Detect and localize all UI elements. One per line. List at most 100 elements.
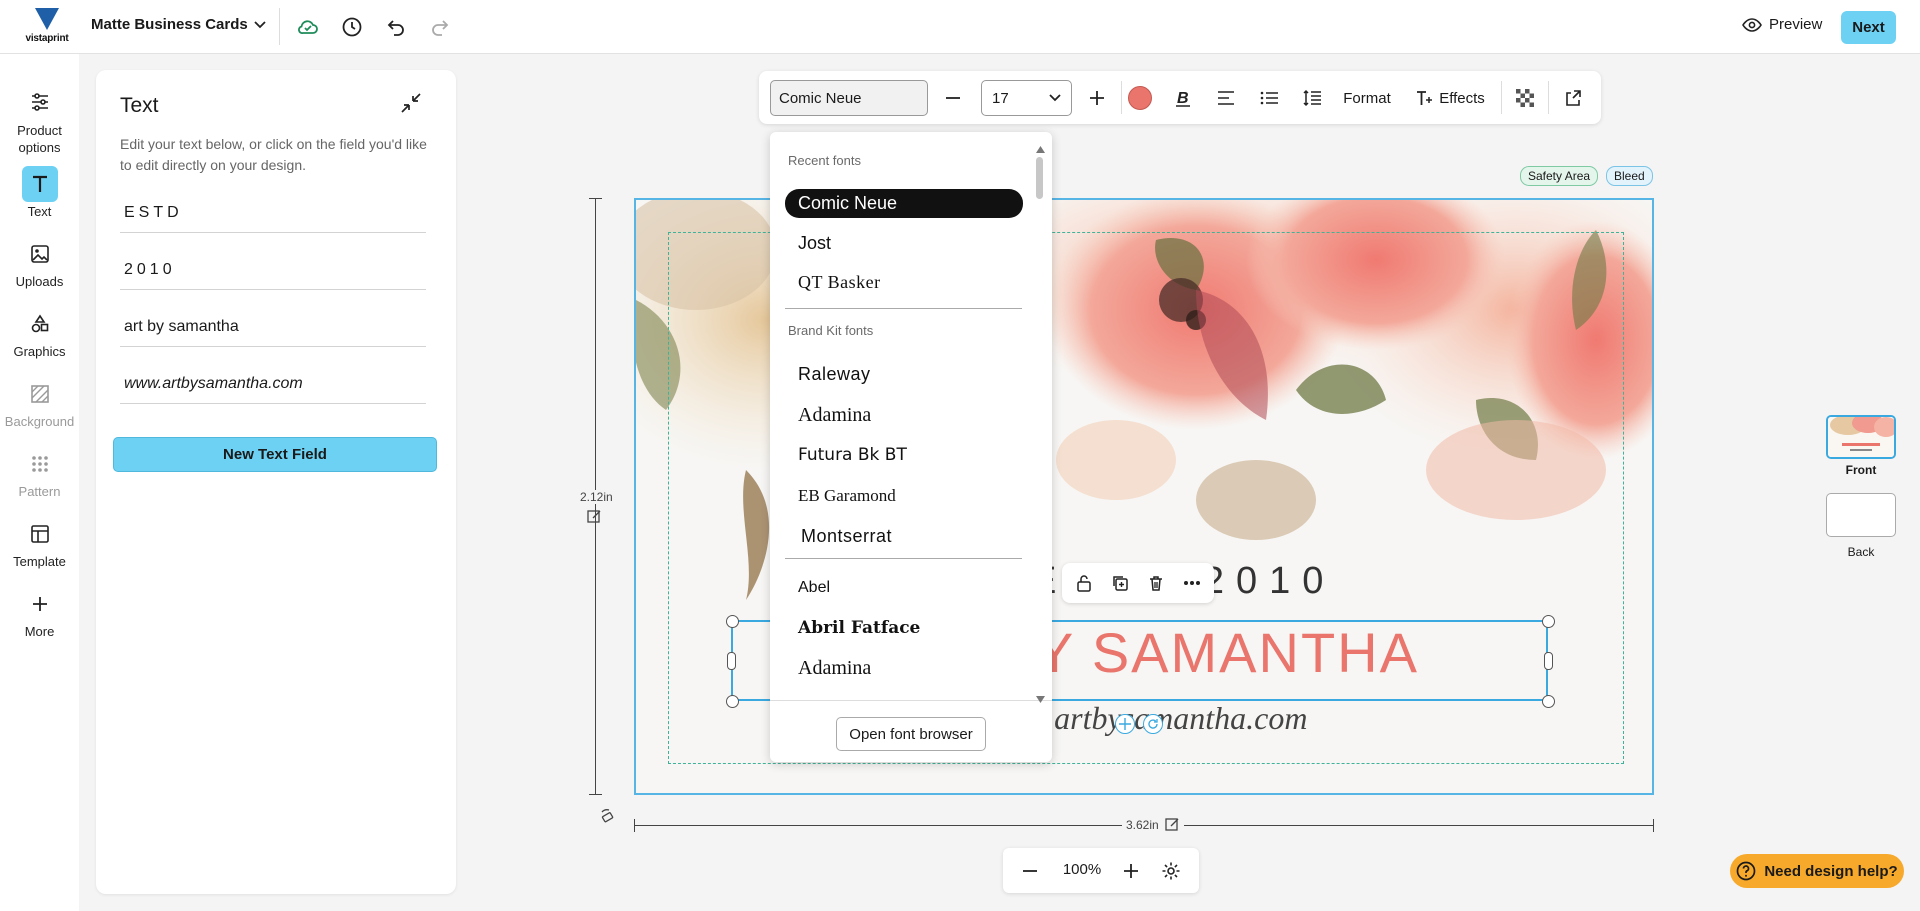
ruler-tick (634, 819, 635, 832)
chevron-down-icon (254, 20, 266, 28)
text-color-button[interactable] (1126, 82, 1154, 114)
font-option-selected[interactable]: Comic Neue (785, 189, 1023, 218)
increase-size-button[interactable] (1083, 82, 1111, 114)
text-field-url[interactable]: www.artbysamantha.com (120, 364, 426, 404)
resize-handle[interactable] (726, 615, 739, 628)
redo-icon[interactable] (427, 14, 453, 40)
collapse-panel-icon[interactable] (400, 92, 424, 116)
resize-handle[interactable] (1542, 695, 1555, 708)
eye-icon (1742, 17, 1762, 32)
dropdown-divider (785, 308, 1022, 309)
edit-height-icon[interactable] (587, 509, 603, 525)
pattern-icon (22, 446, 58, 482)
font-option[interactable]: Montserrat (801, 526, 892, 547)
font-option[interactable]: Futura Bk BT (798, 445, 907, 465)
font-option[interactable]: Jost (798, 233, 831, 254)
format-button[interactable]: Format (1337, 82, 1397, 114)
height-label: 2.12in (576, 490, 617, 504)
open-font-browser-button[interactable]: Open font browser (836, 717, 986, 751)
back-label: Back (1847, 545, 1875, 559)
zoom-settings-gear-icon[interactable] (1158, 858, 1184, 884)
template-icon (22, 516, 58, 552)
sidebar-item-template[interactable]: Template (0, 516, 79, 569)
duplicate-icon[interactable] (1108, 571, 1132, 595)
history-icon[interactable] (339, 14, 365, 40)
plus-icon (22, 586, 58, 622)
cloud-save-icon[interactable] (295, 14, 321, 40)
vistaprint-logo[interactable]: vistaprint (22, 8, 72, 46)
font-option[interactable]: Adamina (798, 404, 871, 427)
arrange-icon[interactable] (1559, 82, 1587, 114)
edit-width-icon[interactable] (1165, 817, 1180, 832)
dropdown-divider (785, 558, 1022, 559)
project-title: Matte Business Cards (91, 16, 248, 33)
toolbar-divider (279, 8, 280, 45)
trash-icon[interactable] (1144, 571, 1168, 595)
help-label: Need design help? (1764, 862, 1898, 880)
font-option[interactable]: EB Garamond (798, 486, 896, 506)
toolbar-divider (1548, 81, 1549, 114)
effects-button[interactable]: Effects (1410, 82, 1490, 114)
align-left-icon[interactable] (1212, 82, 1240, 114)
project-title-dropdown[interactable]: Matte Business Cards (91, 16, 266, 33)
dropdown-scrollbar-thumb[interactable] (1036, 157, 1043, 199)
width-label-wrap: 3.62in (1122, 817, 1184, 832)
transparency-icon[interactable] (1511, 82, 1539, 114)
text-field-name[interactable]: art by samantha (120, 307, 426, 347)
font-size-select[interactable]: 17 (981, 80, 1072, 116)
rotate-handle-icon[interactable] (1143, 714, 1163, 734)
decrease-size-button[interactable] (939, 82, 967, 114)
back-side-thumbnail[interactable] (1826, 493, 1896, 537)
font-option[interactable]: Adamina (798, 657, 871, 680)
scroll-down-icon[interactable] (1036, 690, 1045, 708)
need-design-help-button[interactable]: Need design help? (1730, 854, 1904, 888)
bullet-list-icon[interactable] (1255, 82, 1283, 114)
sidebar-item-pattern[interactable]: Pattern (0, 446, 79, 499)
sidebar-item-graphics[interactable]: Graphics (0, 306, 79, 359)
font-option[interactable]: Abril Fatface (798, 618, 920, 638)
zoom-level[interactable]: 100% (1057, 861, 1107, 878)
scroll-up-icon[interactable] (1036, 140, 1045, 158)
safety-area-badge[interactable]: Safety Area (1520, 166, 1599, 186)
bleed-badge[interactable]: Bleed (1606, 166, 1653, 186)
move-handle-icon[interactable] (1115, 714, 1135, 734)
width-label: 3.62in (1126, 817, 1159, 832)
unlock-icon[interactable] (1072, 571, 1096, 595)
line-spacing-icon[interactable] (1298, 82, 1326, 114)
zoom-controls: 100% (1003, 848, 1199, 893)
sidebar-item-background[interactable]: Background (0, 376, 79, 429)
sidebar-item-text[interactable]: Text (0, 166, 79, 219)
panel-title: Text (120, 94, 159, 117)
font-option[interactable]: QT Basker (798, 272, 881, 293)
undo-icon[interactable] (383, 14, 409, 40)
sidebar-item-product-options[interactable]: Product options (0, 84, 79, 156)
sidebar-item-label: Product options (17, 123, 62, 155)
background-icon (22, 376, 58, 412)
front-side-thumbnail[interactable] (1826, 415, 1896, 459)
next-button[interactable]: Next (1841, 11, 1896, 44)
font-option[interactable]: Abel (798, 579, 830, 597)
zoom-out-icon[interactable] (1017, 858, 1043, 884)
sidebar-item-label: Background (4, 414, 75, 429)
sidebar-item-more[interactable]: More (0, 586, 79, 639)
font-option[interactable]: Raleway (798, 364, 871, 385)
text-field-year[interactable]: 2010 (120, 250, 426, 290)
sidebar-item-label: Graphics (13, 344, 66, 359)
resize-handle[interactable] (726, 695, 739, 708)
bold-icon[interactable]: B (1169, 82, 1197, 114)
new-text-field-button[interactable]: New Text Field (113, 437, 437, 472)
more-options-icon[interactable] (1180, 571, 1204, 595)
font-family-select[interactable]: Comic Neue (770, 80, 928, 116)
preview-button[interactable]: Preview (1742, 16, 1822, 33)
sidebar-item-uploads[interactable]: Uploads (0, 236, 79, 289)
resize-handle[interactable] (727, 652, 736, 670)
ruler-tick (589, 198, 602, 199)
rotate-canvas-icon[interactable] (599, 808, 619, 828)
resize-handle[interactable] (1542, 615, 1555, 628)
sidebar-item-label: Uploads (15, 274, 64, 289)
text-field-estd[interactable]: ESTD (120, 193, 426, 233)
resize-handle[interactable] (1544, 652, 1553, 670)
text-panel: Text Edit your text below, or click on t… (96, 70, 456, 894)
zoom-in-icon[interactable] (1118, 858, 1144, 884)
shapes-icon (22, 306, 58, 342)
